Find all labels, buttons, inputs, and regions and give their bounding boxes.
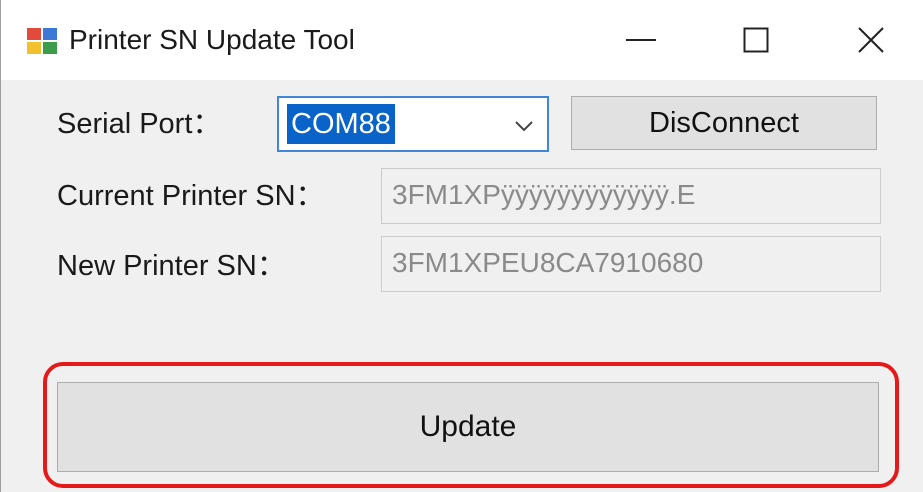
new-sn-label: New Printer SN： (57, 250, 286, 282)
current-sn-field[interactable]: 3FM1XPÿÿÿÿÿÿÿÿÿÿÿÿ.E (381, 168, 881, 224)
update-button-label: Update (419, 410, 517, 443)
window-title: Printer SN Update Tool (69, 24, 355, 55)
maximize-icon (743, 27, 769, 53)
current-sn-label: Current Printer SN： (57, 180, 325, 212)
current-sn-value: 3FM1XPÿÿÿÿÿÿÿÿÿÿÿÿ.E (392, 179, 696, 210)
new-sn-value: 3FM1XPEU8CA7910680 (392, 247, 704, 278)
title-bar[interactable]: Printer SN Update Tool (1, 0, 923, 80)
close-button[interactable] (821, 0, 921, 80)
minimize-button[interactable] (591, 0, 691, 80)
update-button[interactable]: Update (57, 382, 879, 472)
disconnect-button-label: DisConnect (649, 106, 799, 139)
serial-port-value: COM88 (287, 104, 395, 144)
maximize-button[interactable] (706, 0, 806, 80)
disconnect-button[interactable]: DisConnect (571, 96, 877, 150)
minimize-icon (626, 39, 656, 41)
app-window: Printer SN Update Tool Serial Port： COM8… (0, 0, 923, 492)
serial-port-label: Serial Port： (57, 108, 222, 140)
app-icon (27, 28, 57, 54)
chevron-down-icon (515, 121, 533, 132)
serial-port-select[interactable]: COM88 (277, 96, 549, 152)
close-icon (858, 27, 884, 53)
new-sn-field[interactable]: 3FM1XPEU8CA7910680 (381, 236, 881, 292)
